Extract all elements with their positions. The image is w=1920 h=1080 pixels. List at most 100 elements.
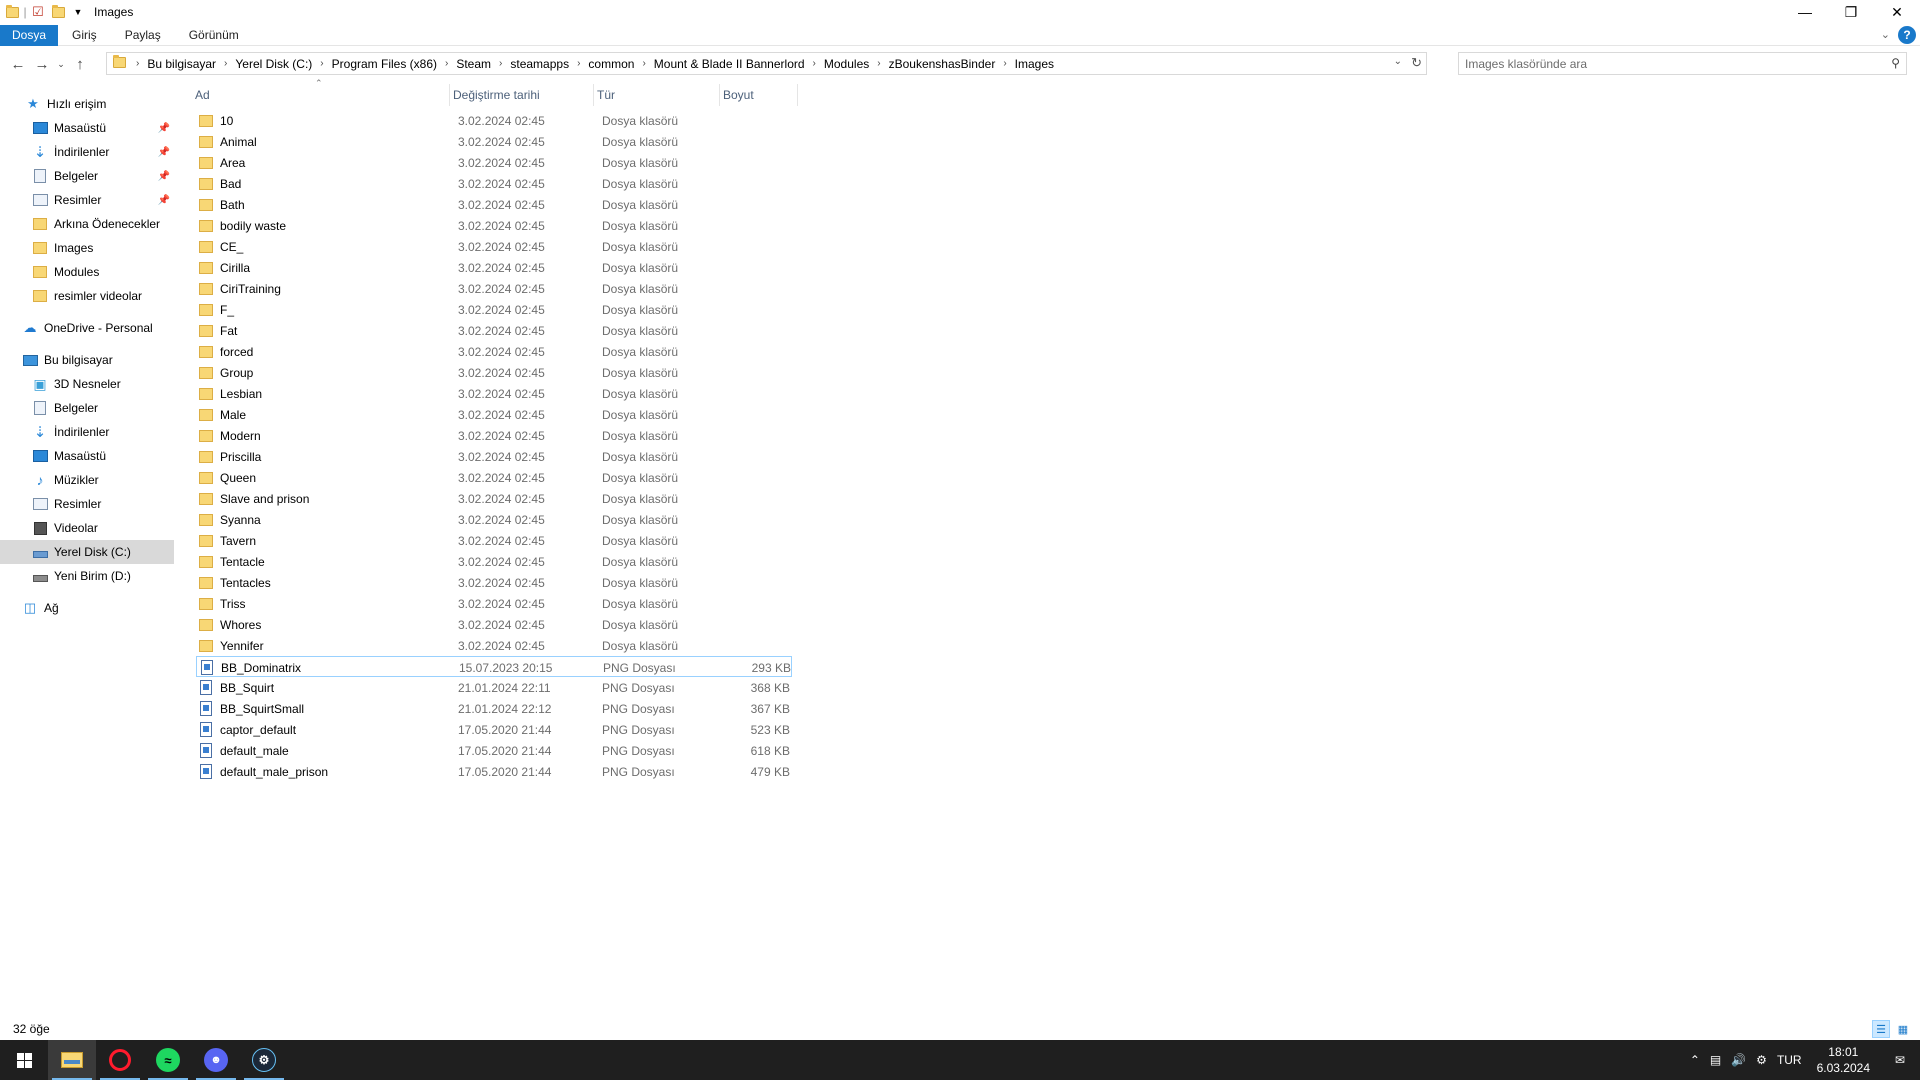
address-dropdown-icon[interactable]: ⌄ [1394, 56, 1402, 67]
folder-row[interactable]: bodily waste 3.02.2024 02:45 Dosya klasörü [196, 215, 792, 236]
taskbar-file-explorer[interactable] [48, 1040, 96, 1080]
tab-home[interactable]: Giriş [58, 25, 111, 46]
nav-pc-videos[interactable]: Videolar [0, 516, 174, 540]
pin-icon[interactable]: 📌 [158, 123, 170, 134]
nav-pc-downloads[interactable]: ⇣ İndirilenler [0, 420, 174, 444]
chevron-right-icon[interactable]: › [136, 58, 139, 69]
show-hidden-icons-icon[interactable]: ⌃ [1685, 1053, 1705, 1067]
breadcrumb-steamapps[interactable]: steamapps [510, 57, 569, 71]
nav-onedrive[interactable]: ☁ OneDrive - Personal [0, 316, 174, 340]
pin-icon[interactable]: 📌 [158, 171, 170, 182]
large-icons-view-icon[interactable]: ▦ [1894, 1020, 1912, 1038]
nav-pc-new-volume[interactable]: Yeni Birim (D:) [0, 564, 174, 588]
folder-row[interactable]: Fat 3.02.2024 02:45 Dosya klasörü [196, 320, 792, 341]
folder-row[interactable]: Area 3.02.2024 02:45 Dosya klasörü [196, 152, 792, 173]
clock[interactable]: 18:01 6.03.2024 [1807, 1044, 1880, 1076]
network-icon[interactable]: ▤ [1705, 1053, 1726, 1067]
volume-icon[interactable]: 🔊 [1726, 1053, 1751, 1067]
folder-row[interactable]: Triss 3.02.2024 02:45 Dosya klasörü [196, 593, 792, 614]
recent-locations-button[interactable]: ⌄ [54, 52, 68, 76]
search-input[interactable] [1465, 56, 1865, 71]
nav-pc-music[interactable]: ♪ Müzikler [0, 468, 174, 492]
breadcrumb-program-files[interactable]: Program Files (x86) [332, 57, 437, 71]
folder-row[interactable]: forced 3.02.2024 02:45 Dosya klasörü [196, 341, 792, 362]
taskbar-spotify[interactable]: ≈ [144, 1040, 192, 1080]
column-header-date[interactable]: Değiştirme tarihi [450, 84, 594, 106]
breadcrumb-bannerlord[interactable]: Mount & Blade II Bannerlord [654, 57, 805, 71]
language-indicator[interactable]: TUR [1772, 1053, 1807, 1067]
nav-quick-folder-1[interactable]: Arkına Ödenecekler [0, 212, 174, 236]
breadcrumb-steam[interactable]: Steam [456, 57, 491, 71]
tab-view[interactable]: Görünüm [175, 25, 253, 46]
refresh-icon[interactable]: ↻ [1411, 55, 1422, 71]
folder-row[interactable]: Male 3.02.2024 02:45 Dosya klasörü [196, 404, 792, 425]
tab-share[interactable]: Paylaş [111, 25, 175, 46]
folder-row[interactable]: Lesbian 3.02.2024 02:45 Dosya klasörü [196, 383, 792, 404]
nav-quick-folder-2[interactable]: Images [0, 236, 174, 260]
nav-network[interactable]: ◫ Ağ [0, 596, 174, 620]
pin-icon[interactable]: 📌 [158, 195, 170, 206]
nav-pc-pictures[interactable]: Resimler [0, 492, 174, 516]
file-row[interactable]: captor_default 17.05.2020 21:44 PNG Dosyas… [196, 719, 792, 740]
up-button[interactable]: ↑ [68, 52, 92, 76]
address-bar[interactable]: › Bu bilgisayar › Yerel Disk (C:) › Prog… [106, 52, 1427, 75]
chevron-right-icon[interactable]: › [1003, 58, 1006, 69]
breadcrumb-images[interactable]: Images [1015, 57, 1054, 71]
folder-row[interactable]: Tentacles 3.02.2024 02:45 Dosya klasörü [196, 572, 792, 593]
close-button[interactable]: ✕ [1874, 0, 1920, 24]
nav-quick-access[interactable]: ★ Hızlı erişim [0, 92, 174, 116]
folder-row[interactable]: Queen 3.02.2024 02:45 Dosya klasörü [196, 467, 792, 488]
search-icon[interactable]: ⚲ [1891, 56, 1900, 70]
folder-row[interactable]: F_ 3.02.2024 02:45 Dosya klasörü [196, 299, 792, 320]
file-row[interactable]: default_male 17.05.2020 21:44 PNG Dosyası 6… [196, 740, 792, 761]
tab-file[interactable]: Dosya [0, 24, 59, 46]
nav-pc-local-disk[interactable]: Yerel Disk (C:) [0, 540, 174, 564]
file-row[interactable]: BB_Dominatrix 15.07.2023 20:15 PNG Dosyası… [196, 656, 792, 677]
action-center-icon[interactable]: ✉ [1880, 1053, 1920, 1067]
expand-ribbon-icon[interactable]: ⌄ [1881, 28, 1890, 41]
breadcrumb-common[interactable]: common [588, 57, 634, 71]
steam-tray-icon[interactable]: ⚙ [1751, 1053, 1772, 1067]
file-row[interactable]: BB_Squirt 21.01.2024 22:11 PNG Dosyası 368 … [196, 677, 792, 698]
chevron-right-icon[interactable]: › [224, 58, 227, 69]
nav-pc-3d-objects[interactable]: ▣ 3D Nesneler [0, 372, 174, 396]
column-header-size[interactable]: Boyut [720, 84, 798, 106]
nav-pc-documents[interactable]: Belgeler [0, 396, 174, 420]
folder-row[interactable]: Bad 3.02.2024 02:45 Dosya klasörü [196, 173, 792, 194]
nav-quick-folder-4[interactable]: resimler videolar [0, 284, 174, 308]
folder-row[interactable]: Group 3.02.2024 02:45 Dosya klasörü [196, 362, 792, 383]
nav-pc-desktop[interactable]: Masaüstü [0, 444, 174, 468]
pin-icon[interactable]: 📌 [158, 147, 170, 158]
column-header-name[interactable]: Ad [192, 84, 450, 106]
file-row[interactable]: BB_SquirtSmall 21.01.2024 22:12 PNG Dosyas… [196, 698, 792, 719]
back-button[interactable]: ← [6, 52, 30, 76]
chevron-right-icon[interactable]: › [499, 58, 502, 69]
folder-row[interactable]: Priscilla 3.02.2024 02:45 Dosya klasörü [196, 446, 792, 467]
folder-row[interactable]: Animal 3.02.2024 02:45 Dosya klasörü [196, 131, 792, 152]
help-icon[interactable]: ? [1898, 26, 1916, 44]
minimize-button[interactable]: — [1782, 0, 1828, 24]
chevron-right-icon[interactable]: › [642, 58, 645, 69]
file-row[interactable]: default_male_prison 17.05.2020 21:44 PNG D… [196, 761, 792, 782]
taskbar-opera[interactable] [96, 1040, 144, 1080]
taskbar-steam[interactable]: ⚙ [240, 1040, 288, 1080]
chevron-right-icon[interactable]: › [577, 58, 580, 69]
folder-row[interactable]: Syanna 3.02.2024 02:45 Dosya klasörü [196, 509, 792, 530]
breadcrumb-mod[interactable]: zBoukenshasBinder [889, 57, 996, 71]
breadcrumb-modules[interactable]: Modules [824, 57, 869, 71]
folder-row[interactable]: Yennifer 3.02.2024 02:45 Dosya klasörü [196, 635, 792, 656]
restore-button[interactable]: ❐ [1828, 0, 1874, 24]
folder-row[interactable]: Modern 3.02.2024 02:45 Dosya klasörü [196, 425, 792, 446]
chevron-right-icon[interactable]: › [445, 58, 448, 69]
folder-row[interactable]: Whores 3.02.2024 02:45 Dosya klasörü [196, 614, 792, 635]
nav-quick-folder-3[interactable]: Modules [0, 260, 174, 284]
start-button[interactable] [0, 1040, 48, 1080]
column-header-type[interactable]: Tür [594, 84, 720, 106]
nav-quick-documents[interactable]: Belgeler 📌 [0, 164, 174, 188]
chevron-right-icon[interactable]: › [320, 58, 323, 69]
chevron-right-icon[interactable]: › [813, 58, 816, 69]
chevron-right-icon[interactable]: › [877, 58, 880, 69]
nav-quick-downloads[interactable]: ⇣ İndirilenler 📌 [0, 140, 174, 164]
folder-row[interactable]: Bath 3.02.2024 02:45 Dosya klasörü [196, 194, 792, 215]
folder-row[interactable]: Cirilla 3.02.2024 02:45 Dosya klasörü [196, 257, 792, 278]
